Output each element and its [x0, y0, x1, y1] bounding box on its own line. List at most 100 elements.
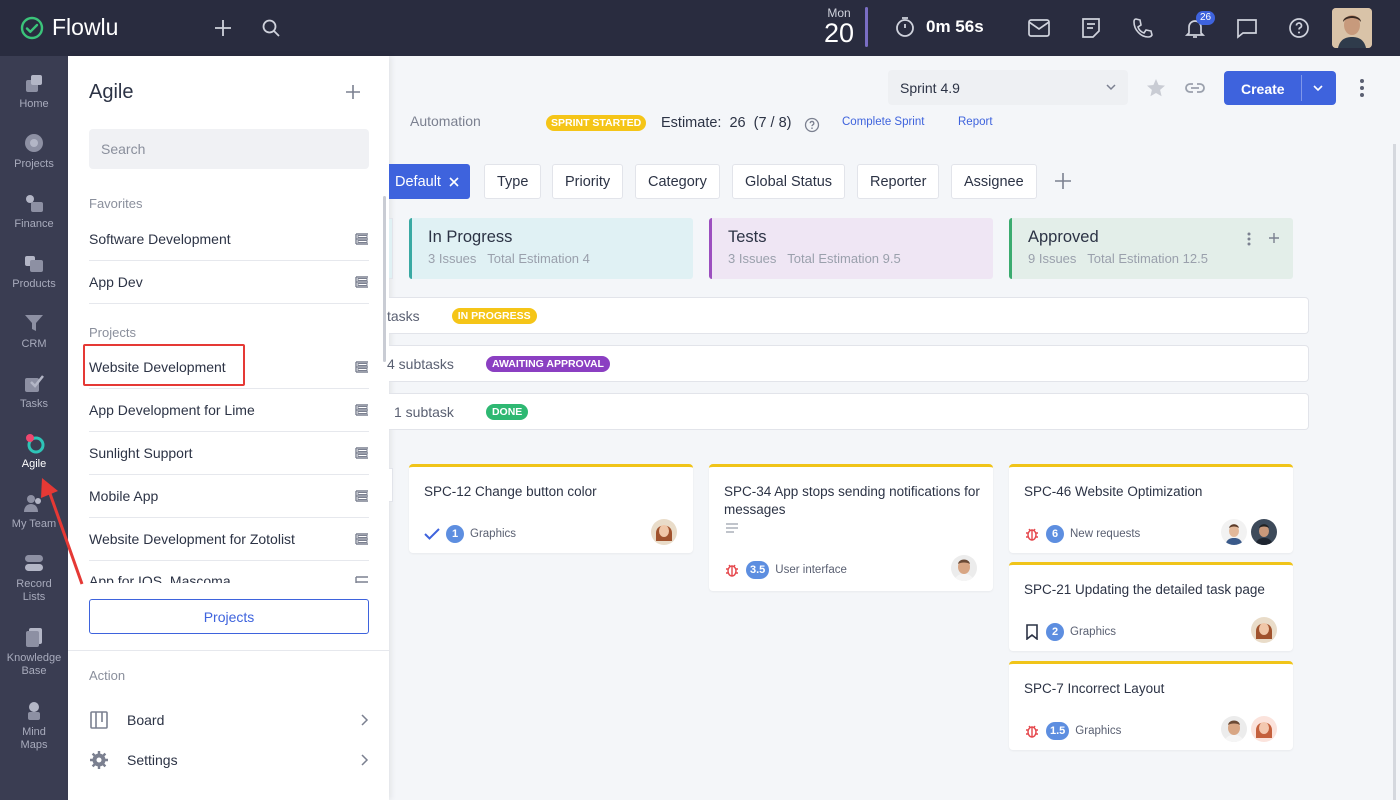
- card-id: SPC-46: [1024, 484, 1072, 499]
- star-icon[interactable]: [1146, 78, 1166, 98]
- favorite-item[interactable]: App Dev: [89, 261, 369, 304]
- sidebar-item-knowledge-base[interactable]: Knowledge Base: [0, 626, 68, 678]
- chat-icon[interactable]: [1235, 16, 1259, 40]
- filter-global-status[interactable]: Global Status: [732, 164, 846, 199]
- swimlane-status-badge: DONE: [485, 403, 529, 420]
- sidebar-item-home[interactable]: Home: [0, 72, 68, 111]
- notification-badge: 26: [1196, 11, 1216, 25]
- sidebar-item-label: Finance: [14, 218, 54, 230]
- sprint-select[interactable]: Sprint 4.9: [888, 70, 1128, 105]
- home-icon: [26, 75, 42, 92]
- app-name: Flowlu: [52, 14, 119, 40]
- task-card[interactable]: SPC-7 Incorrect Layout 1.5 Graphics: [1009, 661, 1293, 750]
- swimlane-row[interactable]: 1 subtask DONE: [389, 393, 1309, 430]
- help-icon[interactable]: [1287, 16, 1311, 40]
- estimate-value: 26: [729, 115, 746, 131]
- column-in-progress: In Progress 3 Issues Total Estimation 4: [409, 218, 693, 279]
- app-logo[interactable]: Flowlu: [20, 14, 118, 41]
- filter-priority[interactable]: Priority: [552, 164, 624, 199]
- help-circle-icon[interactable]: [804, 117, 820, 133]
- column-issues: 9 Issues: [1028, 251, 1077, 266]
- filter-assignee[interactable]: Assignee: [951, 164, 1037, 199]
- card-title: SPC-7 Incorrect Layout: [1024, 680, 1284, 698]
- card-id: SPC-7: [1024, 681, 1064, 696]
- products-icon: [25, 256, 43, 272]
- add-column-icon[interactable]: [1268, 232, 1280, 244]
- panel-search-input[interactable]: Search: [89, 129, 369, 169]
- close-icon[interactable]: [449, 176, 459, 187]
- sidebar-item-label: Products: [12, 278, 56, 290]
- timer[interactable]: 0m 56s: [894, 16, 984, 38]
- project-item[interactable]: Sunlight Support: [89, 432, 369, 475]
- add-plus-icon[interactable]: [343, 82, 363, 102]
- search-icon[interactable]: [259, 16, 283, 40]
- favorite-item[interactable]: Software Development: [89, 218, 369, 261]
- task-card[interactable]: SPC-46 Website Optimization 6 New reques…: [1009, 464, 1293, 553]
- project-item-label: App Development for Lime: [89, 402, 255, 418]
- project-item-label: Mobile App: [89, 488, 159, 504]
- add-filter-icon[interactable]: [1054, 172, 1072, 190]
- task-card[interactable]: SPC-12 Change button color 1 Graphics: [409, 464, 693, 553]
- card-meta: 1 Graphics: [424, 525, 516, 543]
- task-card[interactable]: SPC-34 App stops sending notifications f…: [709, 464, 993, 591]
- phone-icon[interactable]: [1131, 16, 1155, 40]
- sidebar-item-tasks[interactable]: Tasks: [0, 372, 68, 411]
- card-category: Graphics: [1075, 725, 1122, 737]
- action-label-text: Board: [127, 712, 165, 728]
- sidebar-item-products[interactable]: Products: [0, 252, 68, 291]
- board-icon: [355, 447, 368, 459]
- user-avatar[interactable]: [1332, 8, 1372, 48]
- filter-default[interactable]: Default: [389, 164, 470, 199]
- swimlane-row[interactable]: tasks IN PROGRESS: [387, 297, 1309, 334]
- chevron-down-icon[interactable]: [1313, 85, 1323, 92]
- project-item[interactable]: App for IOS. Mascoma: [89, 561, 369, 583]
- filter-category[interactable]: Category: [635, 164, 720, 199]
- sidebar-item-crm[interactable]: CRM: [0, 312, 68, 351]
- report-link[interactable]: Report: [958, 116, 993, 128]
- link-icon[interactable]: [1184, 80, 1206, 96]
- complete-sprint-link[interactable]: Complete Sprint: [842, 116, 924, 128]
- main-scrollbar[interactable]: [1393, 144, 1396, 800]
- bug-icon: [1026, 725, 1038, 738]
- estimate-badge: 1: [446, 525, 464, 543]
- action-settings[interactable]: Settings: [89, 748, 369, 772]
- card-title: SPC-21 Updating the detailed task page: [1024, 581, 1284, 599]
- check-icon: [424, 528, 440, 540]
- card-meta: 6 New requests: [1024, 525, 1140, 543]
- column-header-stub: [389, 218, 393, 279]
- column-stats: 3 Issues Total Estimation 9.5: [728, 251, 977, 266]
- estimate-badge: 1.5: [1046, 722, 1070, 740]
- panel-divider: [68, 650, 389, 651]
- task-card[interactable]: SPC-21 Updating the detailed task page 2…: [1009, 562, 1293, 651]
- filter-type[interactable]: Type: [484, 164, 542, 199]
- project-item-label: App for IOS. Mascoma: [89, 573, 231, 583]
- project-item[interactable]: Mobile App: [89, 475, 369, 518]
- notes-icon[interactable]: [1079, 16, 1103, 40]
- action-board[interactable]: Board: [89, 708, 369, 732]
- card-title-text: Change button color: [475, 484, 597, 499]
- sidebar-item-mind-maps[interactable]: Mind Maps: [0, 700, 68, 752]
- column-issues: 3 Issues: [728, 251, 777, 266]
- panel-scrollbar[interactable]: [383, 196, 386, 362]
- sidebar-item-agile[interactable]: Agile: [0, 432, 68, 471]
- projects-button[interactable]: Projects: [89, 599, 369, 634]
- finance-icon: [26, 195, 43, 212]
- filter-reporter[interactable]: Reporter: [857, 164, 940, 199]
- more-vertical-icon[interactable]: [1247, 232, 1251, 246]
- avatar: [651, 519, 677, 545]
- favorite-item-label: Software Development: [89, 231, 231, 247]
- plus-icon[interactable]: [211, 16, 235, 40]
- mail-icon[interactable]: [1027, 16, 1051, 40]
- swimlane-row[interactable]: 4 subtasks AWAITING APPROVAL: [387, 345, 1309, 382]
- date-display: Mon 20: [818, 6, 860, 47]
- create-button[interactable]: Create: [1224, 71, 1336, 105]
- sidebar-item-projects[interactable]: Projects: [0, 132, 68, 171]
- main-sidebar: Home Projects Finance Products CRM Tasks…: [0, 56, 68, 800]
- chevron-right-icon: [361, 714, 369, 726]
- board-icon: [355, 490, 368, 502]
- more-vertical-icon[interactable]: [1359, 78, 1365, 98]
- sidebar-item-finance[interactable]: Finance: [0, 192, 68, 231]
- project-item[interactable]: App Development for Lime: [89, 389, 369, 432]
- tab-automation[interactable]: Automation: [410, 113, 481, 129]
- project-item[interactable]: Website Development for Zotolist: [89, 518, 369, 561]
